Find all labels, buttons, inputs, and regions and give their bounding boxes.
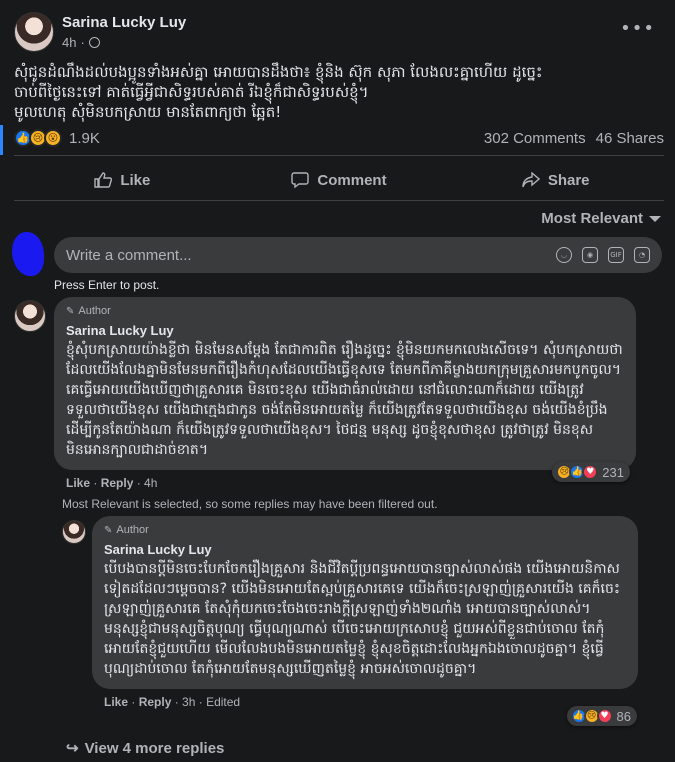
share-button-label: Share <box>547 171 590 189</box>
comment-reply-link[interactable]: Reply <box>101 476 134 490</box>
post-text-line: មូលហេតុ សុំមិនបកស្រាយ មានតែពាក្យថា ឆ្អែត… <box>14 103 282 121</box>
author-block: Sarina Lucky Luy 4h · <box>62 12 186 50</box>
author-avatar[interactable] <box>14 12 54 52</box>
chevron-down-icon <box>649 215 661 222</box>
enter-hint: Press Enter to post. <box>54 278 160 292</box>
more-options-icon[interactable]: ••• <box>620 18 655 39</box>
view-more-label: View 4 more replies <box>84 739 225 757</box>
gif-icon[interactable]: GIF <box>608 247 624 263</box>
reply-author[interactable]: Sarina Lucky Luy <box>104 542 626 557</box>
comment-button-label: Comment <box>317 171 387 189</box>
replier-avatar[interactable] <box>62 520 86 544</box>
comment-time[interactable]: 4h <box>144 476 157 490</box>
pencil-icon: ✎ <box>104 524 113 536</box>
post-meta: 4h · <box>62 35 186 50</box>
post-text: សុំជូនដំណឹងដល់បងប្អូនទាំងអស់គ្នា អោយបានដ… <box>14 62 664 122</box>
like-button-label: Like <box>120 171 151 189</box>
author-badge-label: Author <box>78 305 111 317</box>
comment <box>14 300 46 332</box>
shares-count[interactable]: 46 Shares <box>596 130 664 147</box>
sort-dropdown[interactable]: Most Relevant <box>541 210 661 227</box>
reply-reactions[interactable]: 👍 😢 ♥ 86 <box>566 706 637 726</box>
reply-time[interactable]: 3h <box>182 695 195 709</box>
author-badge-label: Author <box>116 524 149 536</box>
reply-reply-link[interactable]: Reply <box>139 695 172 709</box>
love-reaction-icon: ♥ <box>582 464 599 480</box>
comment-like-link[interactable]: Like <box>66 476 90 490</box>
comment-bubble: ✎ Author Sarina Lucky Luy ខ្ញុំសុំបកស្រា… <box>54 297 636 482</box>
divider <box>14 200 664 201</box>
comment-author[interactable]: Sarina Lucky Luy <box>66 323 624 338</box>
speech-bubble-icon <box>291 172 310 188</box>
share-arrow-icon <box>522 172 540 188</box>
globe-icon[interactable] <box>88 37 100 48</box>
pencil-icon: ✎ <box>66 305 75 317</box>
reply-text: បើបងបានប្តីមិនចេះបែកចែករឿងគ្រួសារ និងជីវ… <box>104 561 620 677</box>
meta-dot: · <box>80 35 85 50</box>
author-badge: ✎ Author <box>66 305 624 317</box>
camera-icon[interactable]: ◉ <box>582 247 598 263</box>
thumbs-up-icon <box>94 172 113 188</box>
comments-count[interactable]: 302 Comments <box>484 130 586 147</box>
post-text-line: សុំជូនដំណឹងដល់បងប្អូនទាំងអស់គ្នា អោយបានដ… <box>14 63 543 81</box>
reactions-row: 👍 😢 😮 1.9K 302 Comments 46 Shares <box>14 126 664 150</box>
love-reaction-icon: ♥ <box>596 708 613 724</box>
reply-actions: Like · Reply · 3h · Edited <box>104 695 241 709</box>
unread-accent-bar <box>0 125 3 155</box>
reply-bubble: ✎ Author Sarina Lucky Luy បើបងបានប្តីមិន… <box>92 516 638 689</box>
comment-text: ខ្ញុំសុំបកស្រាយយ៉ាងខ្លីថា មិនមែនសម្ដែង ត… <box>66 342 623 458</box>
reaction-count[interactable]: 1.9K <box>69 130 100 147</box>
comment-reaction-count: 231 <box>602 464 624 480</box>
reply-arrow-icon: ↪ <box>66 740 79 757</box>
commenter-avatar[interactable] <box>14 300 46 332</box>
post-text-line: ចាប់ពីថ្ងៃនេះទៅ គាត់ធ្វើអ្វីជាសិទ្ធរបស់គ… <box>14 83 369 101</box>
comment-button[interactable]: Comment <box>231 162 448 198</box>
post-time[interactable]: 4h <box>62 35 76 50</box>
sort-label: Most Relevant <box>541 210 643 227</box>
post-action-bar: Like Comment Share <box>14 162 664 198</box>
edited-label: Edited <box>206 695 241 709</box>
filter-note: Most Relevant is selected, so some repli… <box>62 497 438 511</box>
wow-reaction-icon: 😮 <box>44 129 62 147</box>
divider <box>14 155 664 156</box>
share-button[interactable]: Share <box>447 162 664 198</box>
reply-reaction-count: 86 <box>616 708 631 724</box>
like-button[interactable]: Like <box>14 162 231 198</box>
author-name[interactable]: Sarina Lucky Luy <box>62 14 186 31</box>
reply-like-link[interactable]: Like <box>104 695 128 709</box>
comment-actions: Like · Reply · 4h <box>66 476 158 490</box>
engagement-counts: 302 Comments 46 Shares <box>484 130 664 147</box>
post-header: Sarina Lucky Luy 4h · <box>14 12 186 52</box>
reaction-summary[interactable]: 👍 😢 😮 1.9K <box>14 129 100 147</box>
current-user-avatar[interactable] <box>12 232 44 276</box>
comment-composer[interactable]: ◡ ◉ GIF ◔ <box>54 237 662 273</box>
reply <box>62 520 86 544</box>
composer-icons: ◡ ◉ GIF ◔ <box>556 247 662 263</box>
comment-input[interactable] <box>66 246 556 264</box>
comment-body: ✎ Author Sarina Lucky Luy ខ្ញុំសុំបកស្រា… <box>54 297 636 490</box>
sticker-icon[interactable]: ◔ <box>634 247 650 263</box>
author-badge: ✎ Author <box>104 524 626 536</box>
emoji-icon[interactable]: ◡ <box>556 247 572 263</box>
reply-body: ✎ Author Sarina Lucky Luy បើបងបានប្តីមិន… <box>92 516 638 709</box>
view-more-replies[interactable]: ↪ View 4 more replies <box>66 739 225 758</box>
comment-reactions[interactable]: 😢 👍 ♥ 231 <box>552 462 630 482</box>
